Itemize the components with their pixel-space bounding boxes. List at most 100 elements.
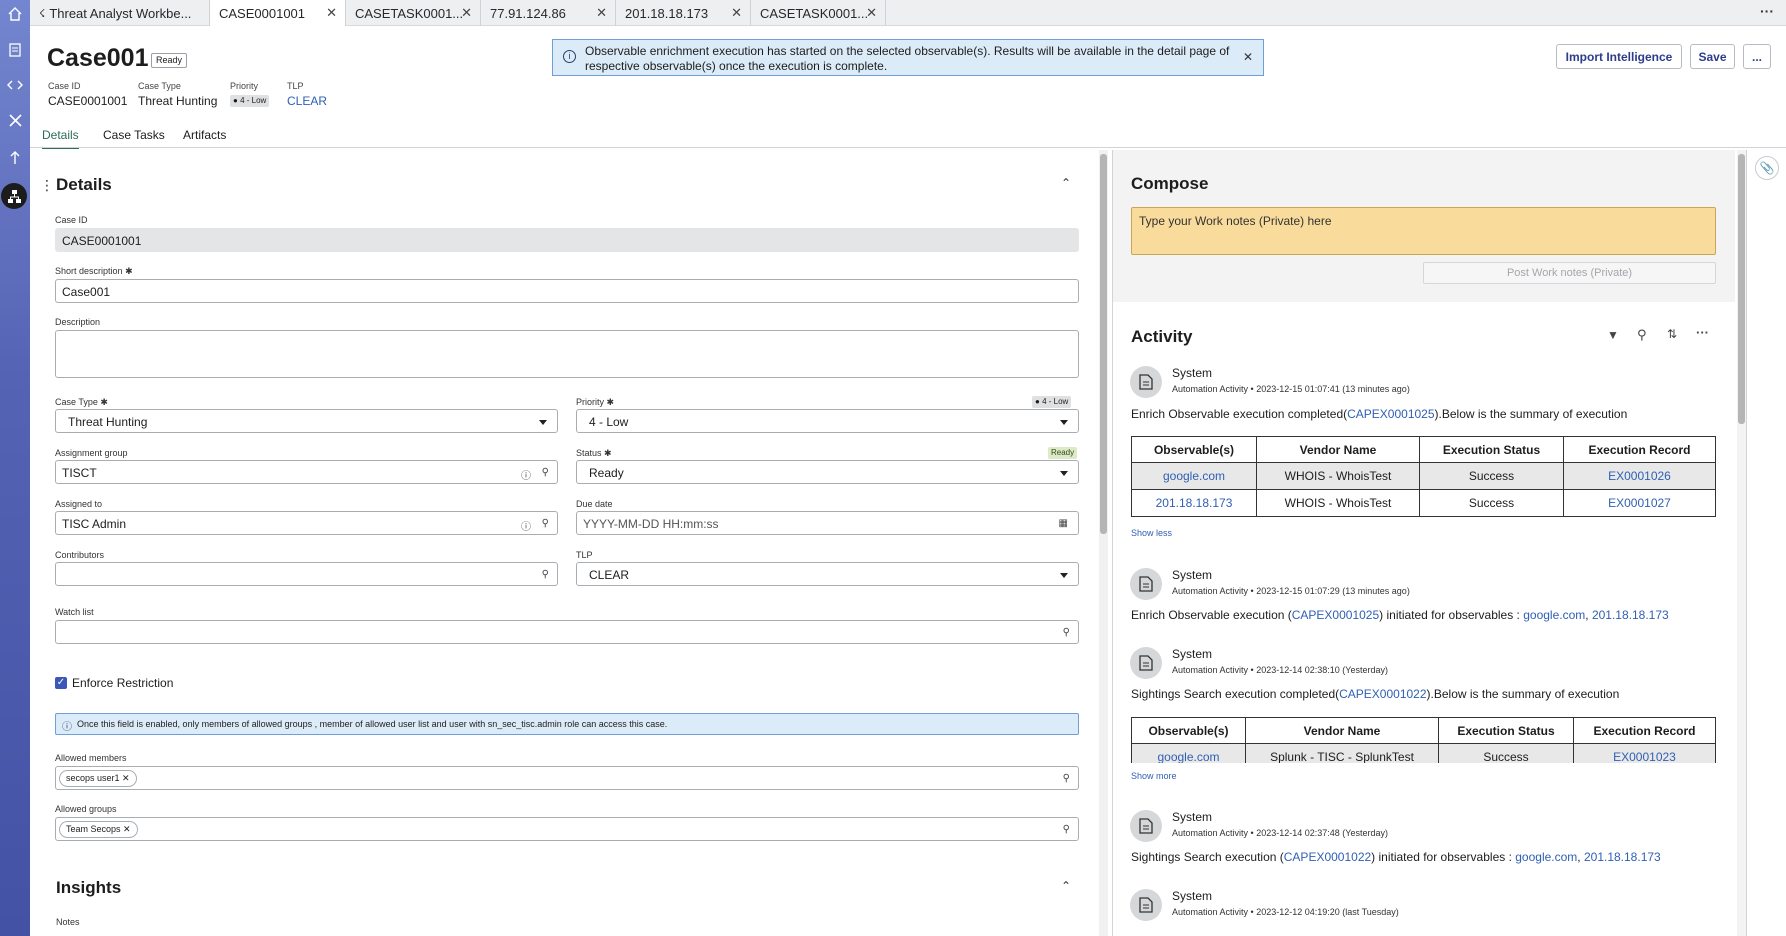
- assignment-group-input[interactable]: TISCT ⓘ ⚲: [55, 460, 558, 484]
- close-icon[interactable]: ✕: [866, 5, 877, 21]
- activity-text-prefix: Enrich Observable execution completed(: [1131, 407, 1348, 421]
- workflow-icon: ☇: [39, 7, 46, 20]
- tab-ip-77-91-124-86[interactable]: 77.91.124.86 ✕: [481, 0, 616, 26]
- observable-link[interactable]: google.com: [1515, 850, 1577, 864]
- case-type-select[interactable]: Threat Hunting: [55, 409, 558, 433]
- search-icon[interactable]: ⚲: [1063, 627, 1070, 638]
- due-date-input[interactable]: YYYY-MM-DD HH:mm:ss ▦: [576, 511, 1079, 535]
- header-tlp-value[interactable]: CLEAR: [287, 94, 327, 108]
- activity-author: System: [1172, 647, 1213, 661]
- group-chip-label: Team Secops: [66, 824, 121, 834]
- execution-link[interactable]: CAPEX0001025: [1292, 608, 1379, 622]
- upload-icon[interactable]: [4, 146, 26, 168]
- contributors-input[interactable]: ⚲: [55, 562, 558, 586]
- observable-link[interactable]: google.com: [1131, 743, 1246, 763]
- checkbox-icon[interactable]: ✓: [55, 677, 67, 689]
- priority-badge: ● 4 - Low: [1032, 396, 1072, 408]
- short-description-input[interactable]: Case001: [55, 279, 1079, 303]
- close-icon[interactable]: ✕: [326, 5, 337, 21]
- allowed-members-input[interactable]: secops user1 ✕ ⚲: [55, 766, 1079, 790]
- execution-record-link[interactable]: EX0001026: [1563, 462, 1716, 490]
- search-icon[interactable]: ⚲: [542, 467, 549, 478]
- allowed-groups-input[interactable]: Team Secops ✕ ⚲: [55, 817, 1079, 841]
- paperclip-icon[interactable]: 📎: [1755, 156, 1779, 180]
- observable-link[interactable]: google.com: [1523, 608, 1585, 622]
- activity-scrollbar-thumb[interactable]: [1738, 154, 1745, 424]
- search-icon[interactable]: ⚲: [542, 518, 549, 529]
- execution-summary-clip: Observable(s) Vendor Name Execution Stat…: [1131, 717, 1716, 763]
- info-icon[interactable]: ⓘ: [521, 518, 531, 533]
- more-actions-button[interactable]: ...: [1743, 44, 1771, 69]
- execution-record-link[interactable]: EX0001023: [1573, 743, 1716, 763]
- header-case-id-value: CASE0001001: [48, 94, 128, 108]
- execution-link[interactable]: CAPEX0001025: [1347, 407, 1434, 421]
- observable-link[interactable]: 201.18.18.173: [1131, 489, 1257, 517]
- notification-line1: Observable enrichment execution has star…: [585, 44, 1230, 58]
- watch-list-input[interactable]: ⚲: [55, 620, 1079, 644]
- form-scrollbar-track[interactable]: [1099, 150, 1108, 936]
- short-description-label: Short description ✱: [55, 266, 133, 277]
- observable-link[interactable]: 201.18.18.173: [1592, 608, 1669, 622]
- calendar-icon[interactable]: ▦: [1059, 518, 1068, 529]
- search-icon[interactable]: ⚲: [1063, 824, 1070, 835]
- post-work-notes-button[interactable]: Post Work notes (Private): [1423, 262, 1716, 284]
- tab-case0001001[interactable]: CASE0001001 ✕: [210, 0, 346, 26]
- required-icon: ✱: [125, 266, 133, 276]
- case-type-label-text: Case Type: [55, 397, 98, 407]
- tlp-select[interactable]: CLEAR: [576, 562, 1079, 586]
- workflow-icon[interactable]: [1, 183, 27, 209]
- tab-artifacts[interactable]: Artifacts: [183, 128, 226, 142]
- section-drag-handle[interactable]: ⋮: [40, 177, 54, 194]
- restriction-info-banner: ⓘ Once this field is enabled, only membe…: [55, 713, 1079, 735]
- execution-record-link[interactable]: EX0001027: [1563, 489, 1716, 517]
- tab-threat-analyst-workbench[interactable]: ☇ Threat Analyst Workbe...: [30, 0, 210, 26]
- work-notes-textarea[interactable]: Type your Work notes (Private) here: [1131, 207, 1716, 255]
- code-icon[interactable]: [4, 74, 26, 96]
- more-icon[interactable]: ···: [1760, 3, 1774, 19]
- close-icon[interactable]: ✕: [596, 5, 607, 21]
- show-less-link[interactable]: Show less: [1131, 528, 1172, 538]
- activity-scrollbar-track[interactable]: [1737, 150, 1746, 936]
- show-more-link[interactable]: Show more: [1131, 771, 1177, 781]
- close-icon[interactable]: ✕: [1243, 50, 1253, 64]
- close-icon[interactable]: ✕: [461, 5, 472, 21]
- sort-icon[interactable]: ⇅: [1667, 327, 1677, 341]
- form-scrollbar-thumb[interactable]: [1100, 154, 1107, 534]
- allowed-members-label: Allowed members: [55, 753, 127, 763]
- description-textarea[interactable]: [55, 330, 1079, 378]
- chevron-up-icon[interactable]: ⌃: [1061, 176, 1071, 190]
- import-intelligence-button[interactable]: Import Intelligence: [1556, 44, 1682, 69]
- tab-ip-201-18-18-173[interactable]: 201.18.18.173 ✕: [616, 0, 751, 26]
- chevron-up-icon[interactable]: ⌃: [1061, 879, 1071, 893]
- close-icon[interactable]: ✕: [123, 824, 131, 834]
- tab-details[interactable]: Details: [42, 128, 79, 149]
- save-button[interactable]: Save: [1690, 44, 1735, 69]
- observable-link[interactable]: google.com: [1131, 462, 1257, 490]
- search-icon[interactable]: ⚲: [1063, 773, 1070, 784]
- assigned-to-input[interactable]: TISC Admin ⓘ ⚲: [55, 511, 558, 535]
- priority-label: Priority ✱: [576, 397, 614, 408]
- priority-select[interactable]: 4 - Low: [576, 409, 1079, 433]
- info-icon[interactable]: ⓘ: [521, 467, 531, 482]
- activity-meta: Automation Activity • 2023-12-14 02:38:1…: [1172, 665, 1388, 675]
- observable-link[interactable]: 201.18.18.173: [1584, 850, 1661, 864]
- filter-icon[interactable]: ▼: [1607, 328, 1619, 342]
- search-icon[interactable]: ⚲: [542, 569, 549, 580]
- execution-link[interactable]: CAPEX0001022: [1284, 850, 1371, 864]
- execution-link[interactable]: CAPEX0001022: [1339, 687, 1426, 701]
- home-icon[interactable]: [4, 3, 26, 25]
- close-icon[interactable]: ✕: [122, 773, 130, 783]
- status-select[interactable]: Ready: [576, 460, 1079, 484]
- execution-summary-table: Observable(s) Vendor Name Execution Stat…: [1131, 436, 1716, 517]
- document-icon[interactable]: [4, 39, 26, 61]
- tabs-divider: [30, 147, 1786, 148]
- tab-case-tasks[interactable]: Case Tasks: [103, 128, 165, 142]
- search-icon[interactable]: ⚲: [1637, 327, 1647, 343]
- tools-icon[interactable]: [4, 109, 26, 131]
- more-icon[interactable]: ···: [1696, 325, 1709, 340]
- tab-casetask-1[interactable]: CASETASK0001... ✕: [346, 0, 481, 26]
- column-header: Execution Record: [1573, 717, 1716, 744]
- insights-section-title: Insights: [56, 878, 122, 897]
- close-icon[interactable]: ✕: [731, 5, 742, 21]
- tab-casetask-2[interactable]: CASETASK0001... ✕: [751, 0, 886, 26]
